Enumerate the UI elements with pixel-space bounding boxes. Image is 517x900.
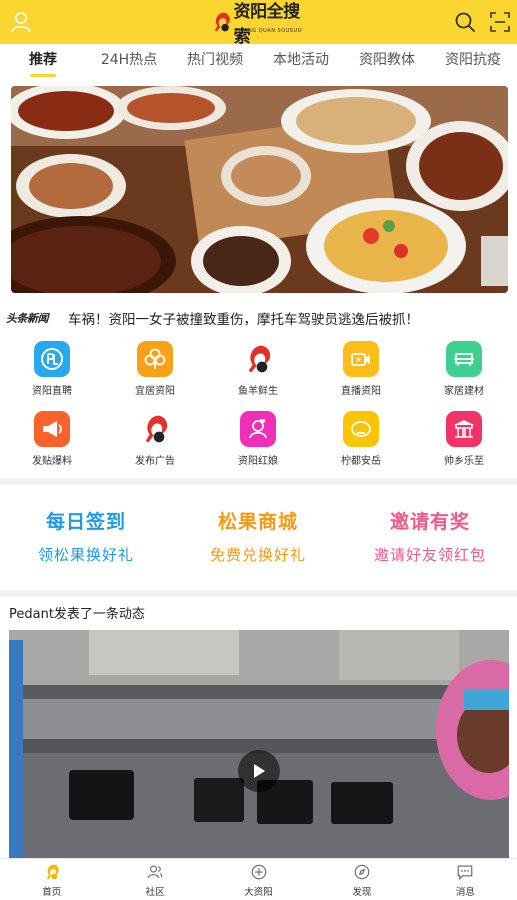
play-icon [254,764,265,778]
play-button[interactable] [238,750,280,792]
post-video[interactable] [9,630,509,858]
promo-title: 邀请有奖 [389,511,470,533]
promo-title: 每日签到 [45,511,126,533]
brand-name: 资阳全搜索 [233,2,301,47]
tab-ziyang-epidemic[interactable]: 资阳抗疫 [430,44,516,78]
video-camera-icon [343,341,379,377]
grid-item-label: 柠都安岳 [341,456,381,467]
promo-row: 每日签到 领松果换好礼 松果商城 免费兑换好礼 邀请有奖 邀请好友领红包 [0,490,517,588]
headline-text[interactable]: 车祸！资阳一女子被撞致重伤，摩托车驾驶员逃逸后被抓！ [68,308,419,328]
section-divider [0,478,517,485]
tab-hot-video[interactable]: 热门视频 [172,44,258,78]
search-icon[interactable] [453,10,477,34]
bottom-navigation: 首页 社区 大资阳 发现 消息 [0,858,517,900]
banner-image[interactable] [11,86,508,293]
pavilion-icon [446,411,482,447]
grid-item-anyue[interactable]: 柠都安岳 [318,408,404,472]
nav-da-ziyang[interactable]: 大资阳 [207,859,310,900]
grid-item-label: 资阳红娘 [238,456,278,467]
nav-label: 首页 [42,887,62,898]
squirrel-icon [137,411,173,447]
grid-item-matchmaker[interactable]: 资阳红娘 [215,408,301,472]
promo-subtitle: 邀请好友领红包 [373,546,486,564]
grid-item-label: 资阳直聘 [32,386,72,397]
lemon-icon [343,411,379,447]
message-icon [458,865,473,881]
food-photo [11,86,508,293]
grid-item-label: 家居建材 [444,386,484,397]
sofa-icon [446,341,482,377]
squirrel-logo-icon [214,12,230,32]
category-tabs: 推荐 24H热点 热门视频 本地活动 资阳教体 资阳抗疫 [0,44,517,78]
grid-item-label: 宜居资阳 [135,386,175,397]
grid-item-recruit[interactable]: 资阳直聘 [9,338,95,402]
scan-icon[interactable] [488,10,512,34]
user-icon[interactable] [9,10,33,34]
recruit-icon [34,341,70,377]
nav-community[interactable]: 社区 [103,859,206,900]
plus-circle-icon [251,864,266,880]
grid-item-report[interactable]: 发贴爆料 [9,408,95,472]
grid-item-ads[interactable]: 发布广告 [112,408,198,472]
promo-daily-checkin[interactable]: 每日签到 领松果换好礼 [0,490,172,588]
nav-label: 发现 [352,887,372,898]
clover-icon [137,341,173,377]
nav-messages[interactable]: 消息 [414,859,517,900]
grid-item-label: 发贴爆料 [32,456,72,467]
megaphone-icon [34,411,70,447]
grid-item-label: 直播资阳 [341,386,381,397]
brand-subtitle: ZIYANG QUAN SOUSUO [235,28,303,34]
promo-subtitle: 领松果换好礼 [37,546,134,564]
grid-item-label: 帅乡乐至 [444,456,484,467]
nav-discover[interactable]: 发现 [310,859,413,900]
grid-item-lezhi[interactable]: 帅乡乐至 [421,408,507,472]
headline-source-logo: 头条新闻 [6,312,49,325]
grid-item-fresh[interactable]: 鱼羊鲜生 [215,338,301,402]
top-bar: 资阳全搜索 ZIYANG QUAN SOUSUO [0,0,517,47]
promo-title: 松果商城 [217,511,298,533]
app-logo: 资阳全搜索 ZIYANG QUAN SOUSUO [211,2,311,47]
section-divider [0,590,517,597]
promo-invite-reward[interactable]: 邀请有奖 邀请好友领红包 [344,490,516,588]
nav-label: 大资阳 [244,887,273,898]
grid-item-label: 发布广告 [135,456,175,467]
video-thumbnail [9,630,509,858]
nav-label: 消息 [455,887,475,898]
grid-item-livable[interactable]: 宜居资阳 [112,338,198,402]
grid-item-home[interactable]: 家居建材 [421,338,507,402]
tab-local-events[interactable]: 本地活动 [258,44,344,78]
nav-home[interactable]: 首页 [0,859,103,900]
nav-label: 社区 [145,887,165,898]
tab-ziyang-education[interactable]: 资阳教体 [344,44,430,78]
promo-pinecone-mall[interactable]: 松果商城 免费兑换好礼 [172,490,344,588]
tab-recommend[interactable]: 推荐 [0,44,86,78]
heart-person-icon [240,411,276,447]
discover-icon [354,864,370,880]
community-icon [147,865,163,879]
service-grid: 资阳直聘 宜居资阳 鱼羊鲜生 直播资阳 家居建材 发贴爆料 发布广告 资阳红娘 … [0,338,517,474]
home-squirrel-icon [46,864,59,880]
headline-news[interactable]: 头条新闻 车祸！资阳一女子被撞致重伤，摩托车驾驶员逃逸后被抓！ [0,300,517,336]
post-title[interactable]: Pedant发表了一条动态 [9,603,145,622]
promo-subtitle: 免费兑换好礼 [209,546,306,564]
grid-item-live[interactable]: 直播资阳 [318,338,404,402]
squirrel-icon [240,341,276,377]
grid-item-label: 鱼羊鲜生 [238,386,278,397]
tab-24h-hot[interactable]: 24H热点 [86,44,172,78]
